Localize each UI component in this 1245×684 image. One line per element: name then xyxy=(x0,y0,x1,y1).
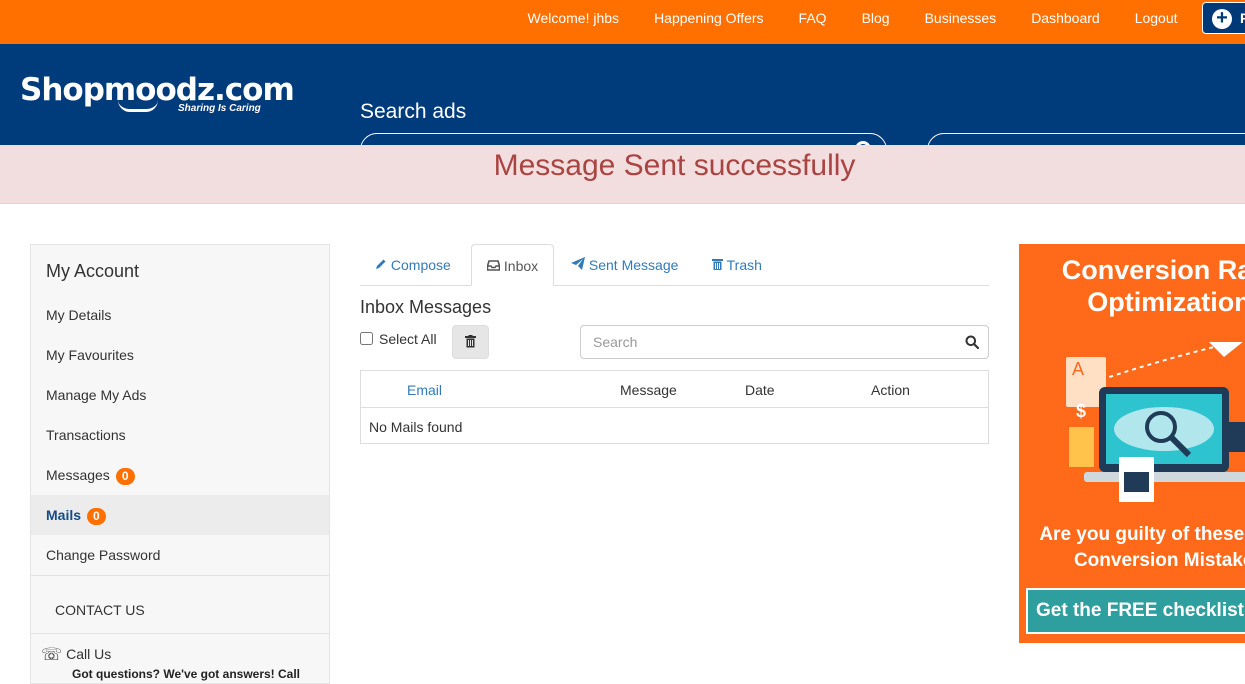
column-header-message: Message xyxy=(620,382,677,398)
select-all-checkbox[interactable] xyxy=(360,332,373,345)
account-sidebar: My Account My Details My Favourites Mana… xyxy=(30,244,330,684)
logo-smile-icon xyxy=(118,100,158,112)
logo-tagline: Sharing Is Caring xyxy=(178,103,261,114)
svg-text:A: A xyxy=(1072,359,1084,379)
table-header: Email Message Date Action xyxy=(361,371,988,408)
success-alert: Message Sent successfully xyxy=(0,145,1245,204)
post-ad-button[interactable]: + P xyxy=(1202,2,1245,34)
dashboard-link[interactable]: Dashboard xyxy=(1014,10,1118,26)
faq-link[interactable]: FAQ xyxy=(781,10,844,26)
mail-table: Email Message Date Action No Mails found xyxy=(360,370,989,444)
sidebar-item-transactions[interactable]: Transactions xyxy=(31,415,329,455)
tab-label: Inbox xyxy=(503,258,539,274)
ad-headline: Conversion Rate Optimization xyxy=(1061,255,1245,317)
search-title: Search ads xyxy=(360,100,467,123)
mailbox-tabs: Compose Inbox Sent Message Trash xyxy=(360,244,989,286)
tab-compose[interactable]: Compose xyxy=(360,244,466,286)
select-all-label: Select All xyxy=(379,331,437,347)
sidebar-item-change-password[interactable]: Change Password xyxy=(31,535,329,575)
tab-label: Compose xyxy=(390,257,451,273)
mail-search-box xyxy=(580,325,989,359)
sidebar-divider xyxy=(31,575,329,576)
svg-text:$: $ xyxy=(1076,401,1086,421)
tab-inbox[interactable]: Inbox xyxy=(471,244,555,286)
plus-circle-icon: + xyxy=(1212,8,1232,29)
call-us-subtext: Got questions? We've got answers! Call xyxy=(72,667,301,681)
tab-trash[interactable]: Trash xyxy=(697,244,777,286)
sidebar-item-label: Change Password xyxy=(46,547,161,563)
ad-body-text: Are you guilty of these Top 7 Conversion… xyxy=(1039,524,1245,571)
tab-sent-message[interactable]: Sent Message xyxy=(556,244,693,286)
search-icon[interactable] xyxy=(965,335,980,354)
sidebar-item-mails[interactable]: Mails 0 xyxy=(31,495,329,535)
sidebar-item-label: Messages xyxy=(46,467,110,483)
sidebar-divider xyxy=(31,633,329,634)
sidebar-title: My Account xyxy=(46,261,140,281)
sidebar-item-label: My Favourites xyxy=(46,347,134,363)
phone-icon: ☏ xyxy=(41,645,63,664)
post-ad-label: P xyxy=(1240,10,1245,26)
call-us-label: Call Us xyxy=(66,646,112,662)
sidebar-item-label: My Details xyxy=(46,307,112,323)
sidebar-item-my-favourites[interactable]: My Favourites xyxy=(31,335,329,375)
sidebar-item-manage-ads[interactable]: Manage My Ads xyxy=(31,375,329,415)
sidebar-item-label: Manage My Ads xyxy=(46,387,147,403)
messages-count-badge: 0 xyxy=(115,468,135,485)
businesses-link[interactable]: Businesses xyxy=(907,10,1014,26)
tab-label: Trash xyxy=(726,257,762,273)
logout-link[interactable]: Logout xyxy=(1117,10,1195,26)
tab-label: Sent Message xyxy=(588,257,679,273)
column-header-date: Date xyxy=(745,382,775,398)
ad-banner[interactable]: Conversion Rate Optimization A $ Are you… xyxy=(1019,244,1245,643)
inbox-icon xyxy=(486,258,504,274)
trash-icon xyxy=(712,257,727,273)
alert-text: Message Sent successfully xyxy=(493,149,856,182)
laptop-illustration: A $ xyxy=(1066,342,1245,502)
pencil-icon xyxy=(375,257,391,273)
ad-cta-button[interactable]: Get the FREE checklist xyxy=(1026,588,1245,634)
happening-offers-link[interactable]: Happening Offers xyxy=(637,10,781,26)
contact-heading: CONTACT US xyxy=(55,602,145,618)
column-header-action: Action xyxy=(871,382,910,398)
welcome-link[interactable]: Welcome! jhbs xyxy=(510,10,637,26)
sidebar-item-label: Transactions xyxy=(46,427,126,443)
call-us[interactable]: ☏ Call Us xyxy=(41,645,111,665)
inbox-title: Inbox Messages xyxy=(360,297,492,317)
sidebar-item-label: Mails xyxy=(46,507,82,523)
sidebar-item-my-details[interactable]: My Details xyxy=(31,295,329,335)
delete-selected-button[interactable] xyxy=(452,325,489,359)
mails-count-badge: 0 xyxy=(87,508,106,525)
sidebar-item-messages[interactable]: Messages 0 xyxy=(31,455,329,495)
trash-icon xyxy=(465,335,476,352)
empty-state-text: No Mails found xyxy=(369,419,463,435)
mail-search-input[interactable] xyxy=(593,334,960,350)
header: Shopmoodz.com Sharing Is Caring Search a… xyxy=(0,44,1245,167)
blog-link[interactable]: Blog xyxy=(844,10,907,26)
select-all[interactable]: Select All xyxy=(360,331,437,347)
top-bar: Welcome! jhbs Happening Offers FAQ Blog … xyxy=(0,0,1245,44)
column-header-email[interactable]: Email xyxy=(407,382,442,398)
top-nav: Welcome! jhbs Happening Offers FAQ Blog … xyxy=(510,0,1195,36)
paper-plane-icon xyxy=(571,257,589,273)
